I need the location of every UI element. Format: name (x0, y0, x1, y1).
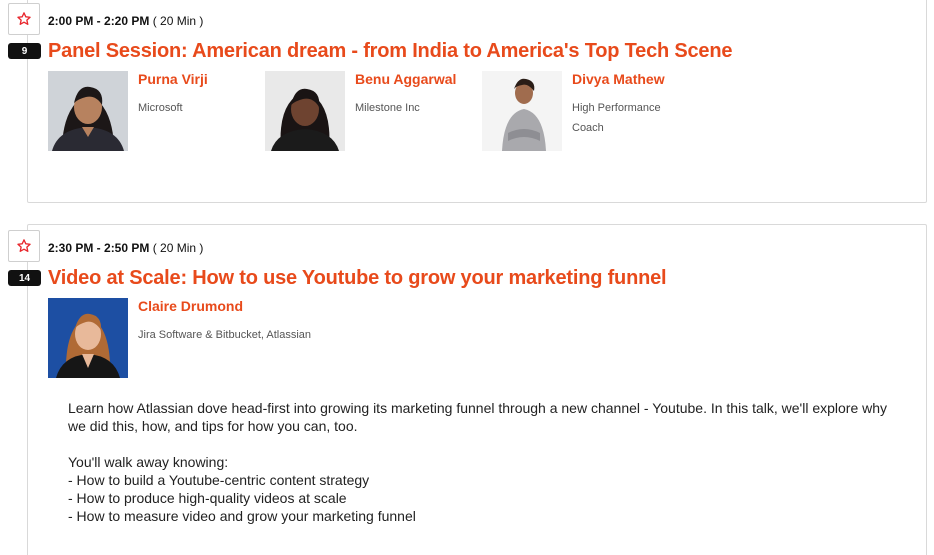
speaker-photo[interactable] (48, 298, 128, 378)
speaker-organization: Milestone Inc (355, 102, 420, 114)
speaker-photo-image (48, 298, 128, 378)
speaker-card: Divya Mathew High Performance Coach (482, 71, 692, 153)
description-intro: Learn how Atlassian dove head-first into… (68, 400, 888, 434)
speaker-name[interactable]: Purna Virji (138, 71, 208, 87)
description-lead: You'll walk away knowing: (68, 454, 229, 470)
speaker-photo[interactable] (482, 71, 562, 151)
favorite-button[interactable] (8, 230, 40, 262)
description-bullet: - How to measure video and grow your mar… (68, 508, 416, 524)
session-time: 2:30 PM - 2:50 PM ( 20 Min ) (48, 241, 203, 255)
session-title[interactable]: Panel Session: American dream - from Ind… (48, 40, 732, 63)
description-bullet: - How to build a Youtube-centric content… (68, 472, 370, 488)
speaker-photo[interactable] (265, 71, 345, 151)
time-range: 2:30 PM - 2:50 PM (48, 241, 150, 255)
star-outline-icon (17, 12, 31, 25)
duration: ( 20 Min ) (152, 241, 204, 255)
speaker-name[interactable]: Benu Aggarwal (355, 71, 456, 87)
speaker-organization: High Performance Coach (572, 102, 661, 134)
speaker-name[interactable]: Divya Mathew (572, 71, 665, 87)
speaker-photo-image (482, 71, 562, 151)
session-title[interactable]: Video at Scale: How to use Youtube to gr… (48, 267, 667, 290)
speaker-name[interactable]: Claire Drumond (138, 298, 243, 314)
star-outline-icon (17, 239, 31, 252)
speaker-photo-image (265, 71, 345, 151)
session-time: 2:00 PM - 2:20 PM ( 20 Min ) (48, 14, 203, 28)
speaker-card: Claire Drumond Jira Software & Bitbucket… (48, 298, 468, 380)
speaker-organization: Jira Software & Bitbucket, Atlassian (138, 329, 312, 341)
session-number-badge: 14 (8, 270, 41, 286)
speaker-photo[interactable] (48, 71, 128, 151)
speaker-card: Benu Aggarwal Milestone Inc (265, 71, 475, 153)
speaker-organization: Microsoft (138, 102, 183, 114)
speaker-card: Purna Virji Microsoft (48, 71, 258, 153)
time-range: 2:00 PM - 2:20 PM (48, 14, 150, 28)
duration: ( 20 Min ) (152, 14, 204, 28)
speaker-photo-image (48, 71, 128, 151)
session-description: Learn how Atlassian dove head-first into… (68, 399, 898, 525)
description-bullet: - How to produce high-quality videos at … (68, 490, 347, 506)
favorite-button[interactable] (8, 3, 40, 35)
session-number-badge: 9 (8, 43, 41, 59)
